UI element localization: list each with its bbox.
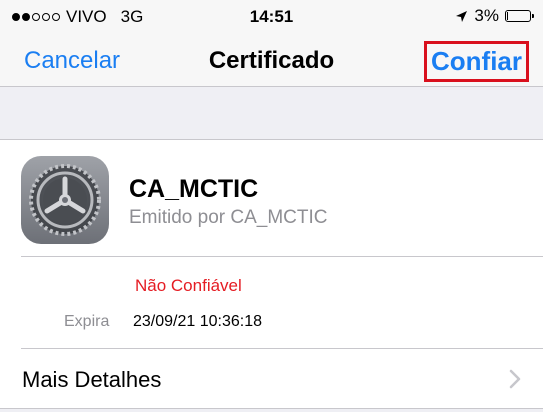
certificate-card: CA_MCTIC Emitido por CA_MCTIC Não Confiá… [0, 139, 543, 409]
settings-gear-icon [21, 156, 109, 244]
status-bar: VIVO 3G 14:51 3% [0, 0, 543, 34]
navigation-bar: Cancelar Certificado Confiar [0, 34, 543, 87]
divider [21, 256, 543, 257]
battery-icon [505, 10, 534, 22]
certificate-name: CA_MCTIC [129, 175, 259, 203]
battery-percent: 3% [474, 6, 499, 25]
more-details-row[interactable]: Mais Detalhes [0, 349, 543, 409]
location-arrow-icon [456, 10, 468, 22]
trust-status: Não Confiável [135, 276, 242, 295]
certificate-issuer: Emitido por CA_MCTIC [129, 207, 328, 228]
chevron-right-icon [509, 369, 521, 389]
expire-label: Expira [64, 313, 110, 330]
status-right: 3% [455, 6, 534, 26]
expire-value: 23/09/21 10:36:18 [133, 313, 263, 330]
trust-button[interactable]: Confiar [424, 41, 529, 82]
more-details-label: Mais Detalhes [22, 367, 162, 392]
